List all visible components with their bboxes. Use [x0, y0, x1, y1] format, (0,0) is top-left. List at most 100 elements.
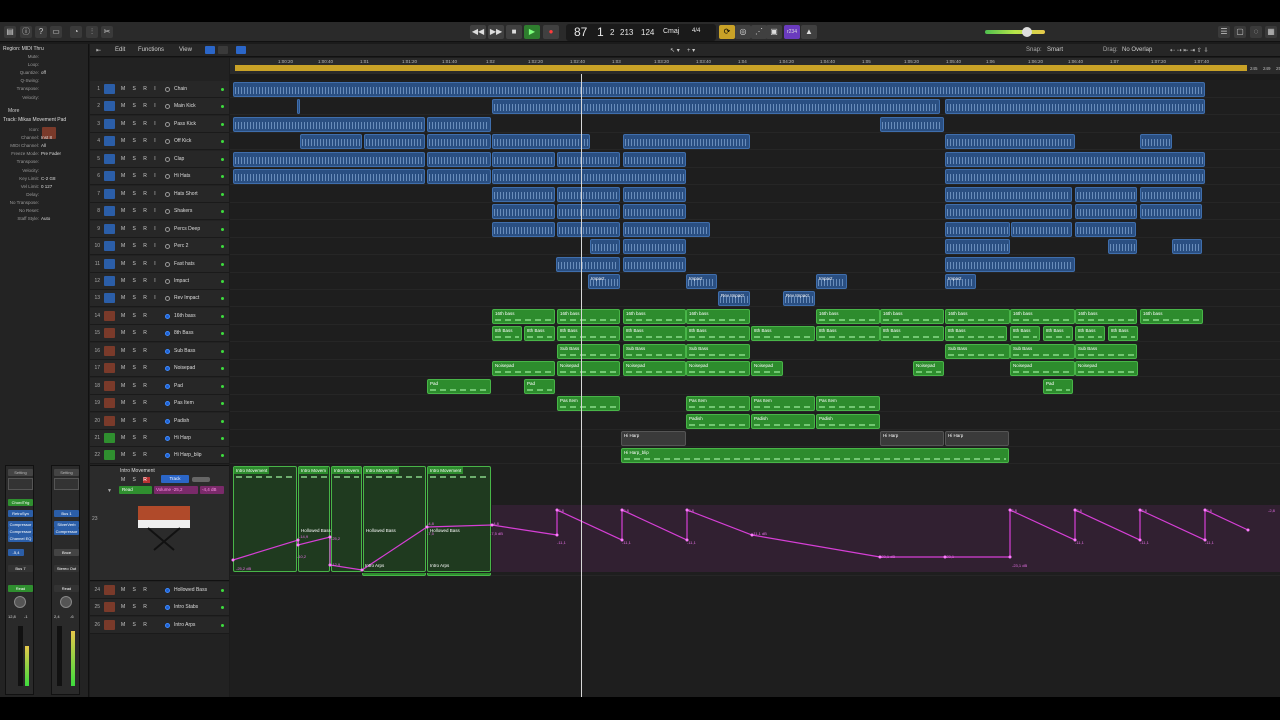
waveform-icon[interactable] [104, 223, 115, 234]
midi-region[interactable]: 8th Bass [1043, 326, 1073, 342]
solo-icon[interactable]: ▣ [766, 25, 782, 39]
track-input-monitor-icon[interactable] [165, 87, 170, 92]
midi-region[interactable]: Noisepad [557, 361, 620, 377]
pan-knob[interactable] [14, 596, 26, 608]
midi-region[interactable]: Pas Item [686, 396, 750, 412]
automation-point[interactable] [296, 543, 300, 547]
midi-region[interactable]: Noisepad [623, 361, 686, 377]
track-header[interactable]: 21 M S R Hi Harp [90, 430, 229, 447]
track-name[interactable]: Sub Bass [174, 348, 195, 354]
waveform-icon[interactable] [104, 206, 115, 217]
audio-region[interactable] [880, 116, 944, 132]
track-name[interactable]: Hats Short [174, 191, 198, 197]
midi-region[interactable]: 16th bass [623, 308, 686, 324]
track-input-monitor-icon[interactable] [165, 244, 170, 250]
bounce-button[interactable]: Bnce [54, 549, 79, 556]
track-input-monitor-icon[interactable] [165, 418, 170, 424]
midi-region[interactable]: Sub Bass [623, 343, 686, 359]
midi-region[interactable]: Hi Harp_blip [621, 448, 1009, 464]
automation-point[interactable] [360, 568, 364, 572]
param-value[interactable]: C-2 G8 [41, 175, 56, 182]
track-name[interactable]: 16th bass [174, 313, 196, 319]
volume-fader[interactable] [57, 626, 62, 686]
waveform-icon[interactable] [104, 275, 115, 286]
inspector-param-row[interactable]: Loop: [0, 61, 89, 68]
edit-menu[interactable]: Edit [115, 47, 125, 53]
toolbar-icon[interactable]: ▭ [50, 26, 62, 38]
volume-fader[interactable] [18, 626, 23, 686]
track-msri-buttons[interactable]: M S R I [121, 173, 159, 179]
insert-slot-3[interactable]: Channel EQ [8, 535, 33, 542]
audio-region[interactable] [233, 169, 425, 185]
audio-region[interactable] [945, 221, 1010, 237]
audio-region[interactable] [233, 82, 1205, 97]
track-msri-buttons[interactable]: M S R I [121, 226, 159, 232]
track-lane[interactable] [230, 290, 1280, 308]
audio-region[interactable]: Impact [945, 273, 976, 289]
track-name[interactable]: Hi Harp_blip [174, 452, 202, 458]
track-name[interactable]: 8th Bass [174, 330, 193, 336]
midi-region[interactable]: Pas Item [751, 396, 815, 412]
track-automation-button[interactable]: Track [161, 475, 189, 483]
audio-region[interactable] [492, 221, 555, 237]
midi-region[interactable]: 16th bass [557, 308, 620, 324]
track-header[interactable]: 20 M S R Padish [90, 412, 229, 430]
zoom-icons[interactable]: ⇠ ⇢ ⇤ ⇥ ⇧ ⇩ [1170, 47, 1209, 54]
midi-region[interactable]: Pad [1043, 378, 1073, 394]
cycle-range[interactable] [235, 65, 1247, 71]
track-msri-buttons[interactable]: M S R I [121, 103, 159, 109]
playhead[interactable] [581, 74, 582, 697]
quick-help-icon[interactable]: ? [35, 26, 47, 38]
mixer-icon[interactable]: ⫶ [86, 26, 98, 38]
midi-region[interactable]: Padish [816, 413, 880, 429]
synth-icon[interactable] [104, 310, 115, 321]
track-input-monitor-icon[interactable] [165, 226, 170, 232]
synth-icon[interactable] [104, 398, 115, 409]
audio-region[interactable] [1075, 186, 1137, 202]
audio-region[interactable] [233, 116, 425, 132]
midi-region[interactable]: 16th bass [945, 308, 1010, 324]
track-lane[interactable] [230, 273, 1280, 290]
inspector-param-row[interactable]: Vel Limit: 0 127 [0, 183, 89, 190]
eq-thumbnail[interactable] [8, 478, 33, 490]
synth-icon[interactable] [104, 363, 115, 374]
forward-button[interactable]: ▶▶ [488, 25, 504, 39]
track-msri-buttons[interactable]: M S R I [121, 121, 159, 127]
track-header[interactable]: 2 M S R I Main Kick [90, 98, 229, 116]
send-level[interactable]: -5,4 [8, 549, 24, 556]
stop-button[interactable]: ■ [506, 25, 522, 39]
track-header-23[interactable]: 23 Intro Movement M S R Track ▼ Read Vol… [90, 465, 229, 581]
midi-region[interactable]: 16th bass [492, 308, 555, 324]
inspector-param-row[interactable]: Delay: [0, 191, 89, 198]
audio-region[interactable] [945, 99, 1205, 115]
audio-region[interactable] [623, 221, 710, 237]
track-name[interactable]: Impact [174, 278, 189, 284]
track-header[interactable]: 7 M S R I Hats Short [90, 185, 229, 203]
instrument-slot[interactable]: RetroSyn [8, 510, 33, 517]
tuner-icon[interactable]: ⋰ [751, 25, 767, 39]
midi-region[interactable]: Pad [524, 378, 555, 394]
track-input-monitor-icon[interactable] [165, 121, 170, 127]
track-msri-buttons[interactable]: M S R [121, 313, 150, 319]
track-input-monitor-icon[interactable] [165, 313, 170, 319]
audio-region[interactable] [623, 134, 750, 150]
automation-point[interactable] [1246, 528, 1250, 532]
midi-region[interactable]: Hi Harp [880, 431, 944, 446]
track-header[interactable]: 26 M S R Intro Arps [90, 616, 229, 634]
synth-icon[interactable] [104, 380, 115, 391]
audio-region[interactable] [556, 256, 620, 272]
track-name[interactable]: Rev Impact [174, 295, 199, 301]
browser-icon[interactable]: ▦ [1265, 26, 1277, 38]
track-input-monitor-icon[interactable] [165, 191, 170, 197]
midi-region[interactable]: Sub Bass [1010, 343, 1075, 359]
midi-region[interactable]: Hi Harp [945, 431, 1009, 446]
track-header[interactable]: 8 M S R I Shakers [90, 203, 229, 221]
pan-knob[interactable] [60, 596, 72, 608]
track-input-monitor-icon[interactable] [165, 296, 170, 302]
audio-region[interactable] [945, 204, 1072, 220]
audio-region[interactable] [1108, 239, 1137, 255]
inspector-param-row[interactable]: Q-Swing: [0, 77, 89, 84]
track-header[interactable]: 22 M S R Hi Harp_blip [90, 447, 229, 465]
track-name[interactable]: Off Kick [174, 138, 191, 144]
track-msri-buttons[interactable]: M S R [121, 452, 150, 458]
